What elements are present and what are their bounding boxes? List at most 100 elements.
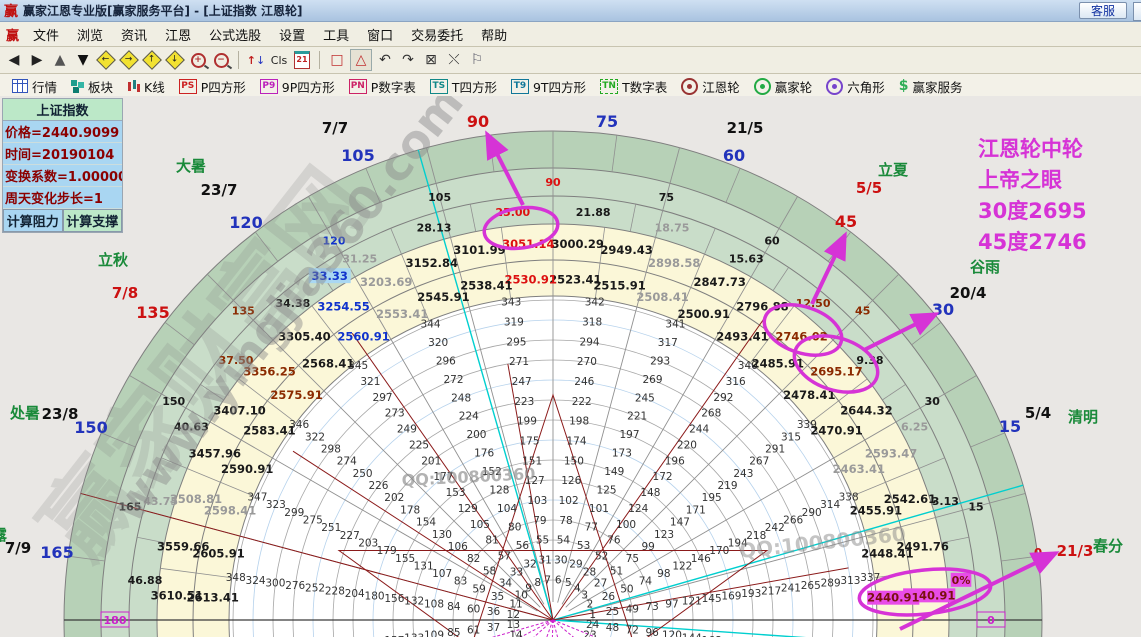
feature-winner-service[interactable]: $赢家服务 <box>893 76 969 97</box>
rim-label: 7/9 <box>5 539 31 557</box>
svg-text:109: 109 <box>424 630 444 637</box>
svg-text:220: 220 <box>677 439 697 451</box>
svg-text:316: 316 <box>726 376 746 388</box>
svg-text:2583.41: 2583.41 <box>243 424 295 438</box>
menu-item-1[interactable]: 浏览 <box>68 23 112 46</box>
feature-p-number-table[interactable]: PNP数字表 <box>343 76 422 97</box>
feature-t-square[interactable]: TST四方形 <box>424 76 503 97</box>
feature-p-square[interactable]: PSP四方形 <box>173 76 252 97</box>
cross-select-icon[interactable]: ⤬ <box>444 50 464 70</box>
feature-winner-wheel[interactable]: 赢家轮 <box>748 76 819 97</box>
gann-wheel-icon <box>681 78 698 95</box>
svg-text:180: 180 <box>365 591 385 603</box>
rotate-cw-icon[interactable]: ↷ <box>398 50 418 70</box>
menu-item-9[interactable]: 帮助 <box>472 23 516 46</box>
svg-text:197: 197 <box>620 429 640 441</box>
rim-label: 135 <box>136 303 169 322</box>
svg-text:244: 244 <box>689 424 709 436</box>
calc-support-button[interactable]: 计算支撑 <box>63 209 123 232</box>
zoom-out-icon[interactable]: − <box>211 50 231 70</box>
svg-text:320: 320 <box>428 337 448 349</box>
svg-text:169: 169 <box>721 591 741 603</box>
rim-label: 23/7 <box>201 181 238 199</box>
t-square-icon: TS <box>430 79 448 94</box>
svg-text:246: 246 <box>574 376 594 388</box>
svg-text:289: 289 <box>821 577 841 589</box>
svg-text:180: 180 <box>104 614 127 627</box>
menu-item-5[interactable]: 设置 <box>270 23 314 46</box>
feature-9t-square[interactable]: T99T四方形 <box>505 76 592 97</box>
draw-square-icon[interactable]: □ <box>327 50 347 70</box>
menu-item-4[interactable]: 公式选股 <box>200 23 270 46</box>
menu-item-8[interactable]: 交易委托 <box>402 23 472 46</box>
rim-label: 21/5 <box>727 119 764 137</box>
stock-panel-row-0: 价格=2440.9099 <box>3 121 122 143</box>
svg-text:250: 250 <box>353 468 373 480</box>
feature-gann-wheel[interactable]: 江恩轮 <box>675 76 746 97</box>
rim-label: 春分 <box>1093 537 1123 555</box>
feature-t-number-table[interactable]: TNT数字表 <box>594 76 673 97</box>
svg-text:108: 108 <box>424 598 444 610</box>
svg-text:347: 347 <box>247 492 267 504</box>
rim-label: 15 <box>999 417 1021 436</box>
svg-text:270: 270 <box>577 356 597 368</box>
draw-triangle-icon[interactable]: △ <box>350 49 372 71</box>
rotate-ccw-icon[interactable]: ↶ <box>375 50 395 70</box>
box-x-icon[interactable]: ⊠ <box>421 50 441 70</box>
feature-sectors[interactable]: 板块 <box>65 76 119 97</box>
cls-button-icon[interactable]: Cls <box>269 50 289 70</box>
feature-label: 9P四方形 <box>282 77 335 96</box>
rim-label: 5/5 <box>856 179 882 197</box>
customer-service-button[interactable]: 客服 <box>1079 2 1127 19</box>
forward-arrow-icon[interactable]: ▶ <box>27 50 47 70</box>
feature-quotes[interactable]: 行情 <box>6 76 63 97</box>
menu-item-6[interactable]: 工具 <box>314 23 358 46</box>
down-arrow-icon[interactable]: ▼ <box>73 50 93 70</box>
gann-wheel-chart[interactable]: 1234567891011121314151621222324252627282… <box>0 96 1141 637</box>
updown-arrows-icon[interactable]: ↑↓ <box>246 50 266 70</box>
svg-text:144: 144 <box>682 632 702 637</box>
svg-text:0%: 0% <box>952 574 971 587</box>
menu-item-3[interactable]: 江恩 <box>156 23 200 46</box>
svg-text:7: 7 <box>544 574 551 586</box>
svg-text:202: 202 <box>384 492 404 504</box>
svg-text:85: 85 <box>447 627 460 637</box>
svg-text:298: 298 <box>321 444 341 456</box>
feature-9p-square[interactable]: P99P四方形 <box>254 76 341 97</box>
zoom-in-icon[interactable]: + <box>188 50 208 70</box>
t-number-table-icon: TN <box>600 79 618 94</box>
svg-text:28.13: 28.13 <box>417 222 452 235</box>
svg-text:155: 155 <box>395 553 415 565</box>
chart-area[interactable]: 1234567891011121314151621222324252627282… <box>0 96 1141 637</box>
menu-item-0[interactable]: 文件 <box>24 23 68 46</box>
up-arrow-icon[interactable]: ▲ <box>50 50 70 70</box>
svg-text:29: 29 <box>569 559 582 571</box>
feature-kline[interactable]: K线 <box>121 76 171 97</box>
svg-text:2593.47: 2593.47 <box>865 446 917 460</box>
title-bar: 赢 赢家江恩专业版[赢家服务平台] - [上证指数 江恩轮] 客服 <box>0 0 1141 22</box>
candlestick-icon <box>127 80 140 93</box>
calendar-icon[interactable]: 21 <box>292 50 312 70</box>
svg-text:156: 156 <box>384 593 404 605</box>
feature-hexagon[interactable]: 六角形 <box>820 76 891 97</box>
feature-label: 行情 <box>32 77 57 96</box>
menu-item-2[interactable]: 资讯 <box>112 23 156 46</box>
svg-text:290: 290 <box>802 507 822 519</box>
menu-item-7[interactable]: 窗口 <box>358 23 402 46</box>
pan-up-icon[interactable]: ↑ <box>142 50 162 70</box>
pan-left-icon[interactable]: ← <box>96 50 116 70</box>
back-arrow-icon[interactable]: ◀ <box>4 50 24 70</box>
rim-label: 大暑 <box>176 157 206 175</box>
svg-text:226: 226 <box>368 480 388 492</box>
calc-resistance-button[interactable]: 计算阻力 <box>3 209 63 232</box>
pan-right-icon[interactable]: → <box>119 50 139 70</box>
svg-text:77: 77 <box>585 522 598 534</box>
flag-icon[interactable]: ⚐ <box>467 50 487 70</box>
pan-down-icon[interactable]: ↓ <box>165 50 185 70</box>
svg-text:313: 313 <box>840 575 860 587</box>
svg-text:222: 222 <box>572 396 592 408</box>
edge-partial-button[interactable] <box>1133 2 1141 21</box>
feature-label: 赢家轮 <box>775 77 813 96</box>
svg-text:31: 31 <box>538 555 551 567</box>
svg-text:193: 193 <box>741 588 761 600</box>
